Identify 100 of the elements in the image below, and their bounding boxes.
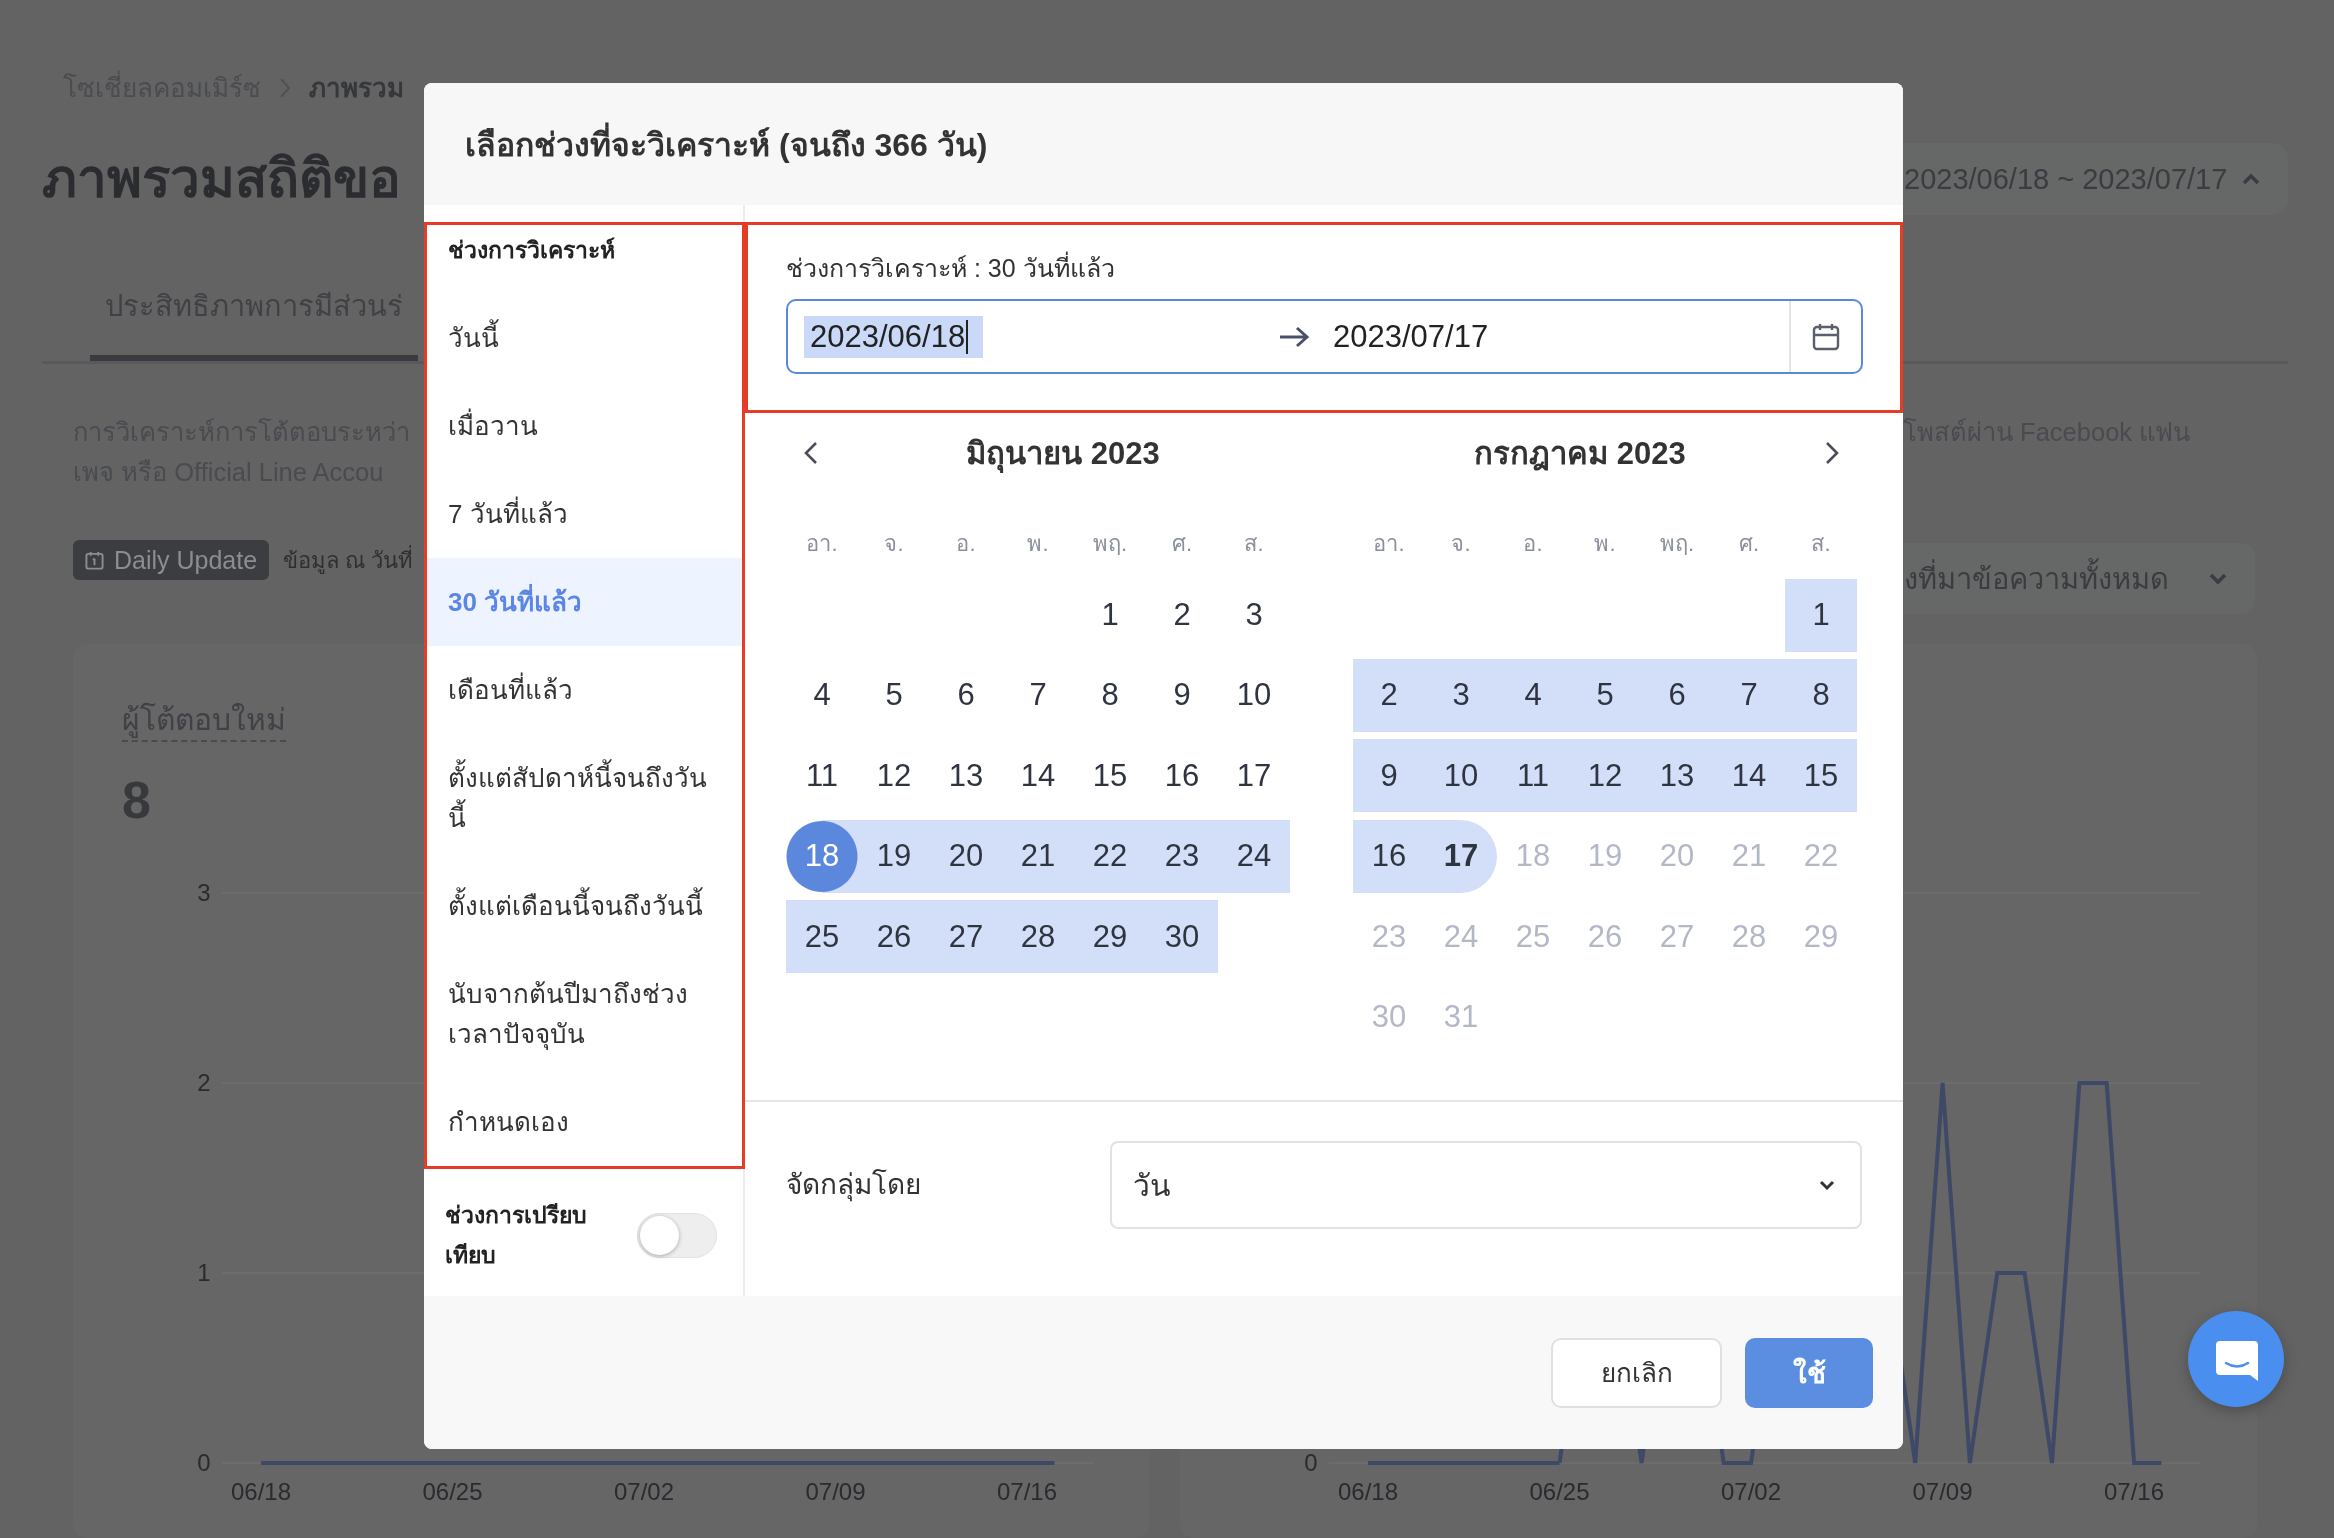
preset-item[interactable]: นับจากต้นปีมาถึงช่วงเวลาปัจจุบัน <box>427 950 742 1078</box>
calendar-day[interactable]: 17 <box>1218 739 1290 813</box>
range-label: ช่วงการวิเคราะห์ : 30 วันที่แล้ว <box>786 250 1115 286</box>
calendar-day[interactable]: 30 <box>1146 900 1218 974</box>
axis-label: 06/25 <box>422 1478 483 1505</box>
calendar-day[interactable]: 17 <box>1425 819 1497 893</box>
calendar-day[interactable]: 5 <box>858 658 930 732</box>
calendar-day[interactable]: 23 <box>1146 819 1218 893</box>
calendar-day[interactable]: 4 <box>786 658 858 732</box>
calendar-day[interactable]: 10 <box>1425 739 1497 813</box>
month-title: มิถุนายน 2023 <box>965 435 1161 475</box>
axis-label: 07/02 <box>613 1478 675 1505</box>
calendar-day[interactable]: 15 <box>1074 739 1146 813</box>
preset-item[interactable]: 7 วันที่แล้ว <box>427 470 742 558</box>
calendar-day[interactable]: 22 <box>1074 819 1146 893</box>
toggle-switch[interactable] <box>637 1212 717 1258</box>
axis-label: 1 <box>197 1259 211 1286</box>
daily-update-badge: Daily Update <box>73 540 270 580</box>
calendar-day[interactable]: 24 <box>1218 819 1290 893</box>
weekday-label: พ. <box>1593 529 1617 558</box>
weekday-label: ศ. <box>1737 529 1761 558</box>
calendar-day[interactable]: 25 <box>786 900 858 974</box>
calendar-day[interactable]: 16 <box>1146 739 1218 813</box>
preset-item[interactable]: วันนี้ <box>427 294 742 382</box>
dialog-title: เลือกช่วงที่จะวิเคราะห์ (จนถึง 366 วัน) <box>465 118 988 170</box>
calendar-day[interactable]: 29 <box>1074 900 1146 974</box>
preset-item[interactable]: ตั้งแต่สัปดาห์นี้จนถึงวันนี้ <box>427 734 742 862</box>
calendar-day[interactable]: 1 <box>1785 578 1857 652</box>
calendar-day[interactable]: 9 <box>1353 739 1425 813</box>
month-title: กรกฎาคม 2023 <box>1473 435 1687 473</box>
calendar-day[interactable]: 3 <box>1425 658 1497 732</box>
calendar-day[interactable]: 3 <box>1218 578 1290 652</box>
chevron-down-icon <box>2209 572 2227 585</box>
weekday-label: ส. <box>1810 529 1832 558</box>
preset-item[interactable]: ตั้งแต่เดือนนี้จนถึงวันนี้ <box>427 862 742 950</box>
calendar-day[interactable]: 13 <box>930 739 1002 813</box>
calendar-day[interactable]: 2 <box>1353 658 1425 732</box>
calendar-day[interactable]: 11 <box>1497 739 1569 813</box>
weekday-label: อ. <box>955 529 977 558</box>
calendar-day[interactable]: 16 <box>1353 819 1425 893</box>
weekday-label: จ. <box>1450 529 1472 558</box>
calendar-day[interactable]: 2 <box>1146 578 1218 652</box>
page-title: ภาพรวมสถิติขอ <box>42 148 401 210</box>
preset-item[interactable]: กำหนดเอง <box>427 1078 742 1166</box>
preset-item[interactable]: เมื่อวาน <box>427 382 742 470</box>
axis-label: 07/16 <box>996 1478 1058 1505</box>
axis-label: 06/25 <box>1529 1478 1590 1505</box>
weekday-label: อ. <box>1522 529 1544 558</box>
calendar-day[interactable]: 12 <box>858 739 930 813</box>
axis-label: 0 <box>197 1449 211 1476</box>
calendar-day[interactable]: 11 <box>786 739 858 813</box>
calendar-day[interactable]: 7 <box>1713 658 1785 732</box>
calendar-day[interactable]: 18 <box>786 819 858 893</box>
start-date-value[interactable]: 2023/06/18 <box>804 315 984 358</box>
weekday-label: พฤ. <box>1091 529 1129 558</box>
calendar-day[interactable]: 14 <box>1002 739 1074 813</box>
calendar-icon <box>1812 322 1840 351</box>
calendar-day[interactable]: 28 <box>1002 900 1074 974</box>
calendar-day[interactable]: 21 <box>1002 819 1074 893</box>
axis-label: 07/02 <box>1720 1478 1782 1505</box>
axis-label: 06/18 <box>230 1478 292 1505</box>
calendar-day[interactable]: 12 <box>1569 739 1641 813</box>
calendar-day[interactable]: 6 <box>1641 658 1713 732</box>
dialog-button[interactable]: ยกเลิก <box>1551 1337 1722 1408</box>
calendar-day[interactable]: 27 <box>930 900 1002 974</box>
calendar-day[interactable]: 6 <box>930 658 1002 732</box>
axis-label: 07/09 <box>1912 1478 1973 1505</box>
weekday-label: พ. <box>1026 529 1050 558</box>
axis-label: 06/18 <box>1337 1478 1399 1505</box>
weekday-label: พฤ. <box>1658 529 1696 558</box>
weekday-label: ส. <box>1243 529 1265 558</box>
calendar-day[interactable]: 5 <box>1569 658 1641 732</box>
date-range-field[interactable]: 2023/06/18 2023/07/17 <box>786 299 1863 374</box>
chat-icon <box>2215 1340 2259 1382</box>
calendar-day[interactable]: 8 <box>1074 658 1146 732</box>
calendar-day[interactable]: 26 <box>858 900 930 974</box>
group-by-dropdown[interactable]: วัน <box>1110 1141 1862 1229</box>
calendar-day[interactable]: 14 <box>1713 739 1785 813</box>
preset-item[interactable]: เดือนที่แล้ว <box>427 646 742 734</box>
axis-label: 3 <box>197 879 211 906</box>
calendar-day[interactable]: 1 <box>1074 578 1146 652</box>
chevron-up-icon <box>2242 173 2261 185</box>
calendar-day[interactable]: 15 <box>1785 739 1857 813</box>
chevron-down-icon <box>1819 1179 1835 1191</box>
calendar-day[interactable]: 7 <box>1002 658 1074 732</box>
calendar-day[interactable]: 19 <box>858 819 930 893</box>
arrow-right-icon <box>1278 324 1310 349</box>
axis-label: 07/09 <box>805 1478 866 1505</box>
end-date-value[interactable]: 2023/07/17 <box>1327 315 1497 358</box>
axis-label: 2 <box>197 1069 211 1096</box>
calendar-day[interactable]: 13 <box>1641 739 1713 813</box>
calendar-day[interactable]: 8 <box>1785 658 1857 732</box>
comparison-label: ช่วงการเปรียบเทียบ <box>445 1201 588 1270</box>
calendar-icon <box>85 550 104 570</box>
section-heading: ช่วงการวิเคราะห์ <box>447 236 616 265</box>
calendar-day[interactable]: 9 <box>1146 658 1218 732</box>
calendar-day[interactable]: 20 <box>930 819 1002 893</box>
group-by-label: จัดกลุ่มโดย <box>786 1168 922 1204</box>
calendar-day[interactable]: 4 <box>1497 658 1569 732</box>
calendar-day[interactable]: 10 <box>1218 658 1290 732</box>
